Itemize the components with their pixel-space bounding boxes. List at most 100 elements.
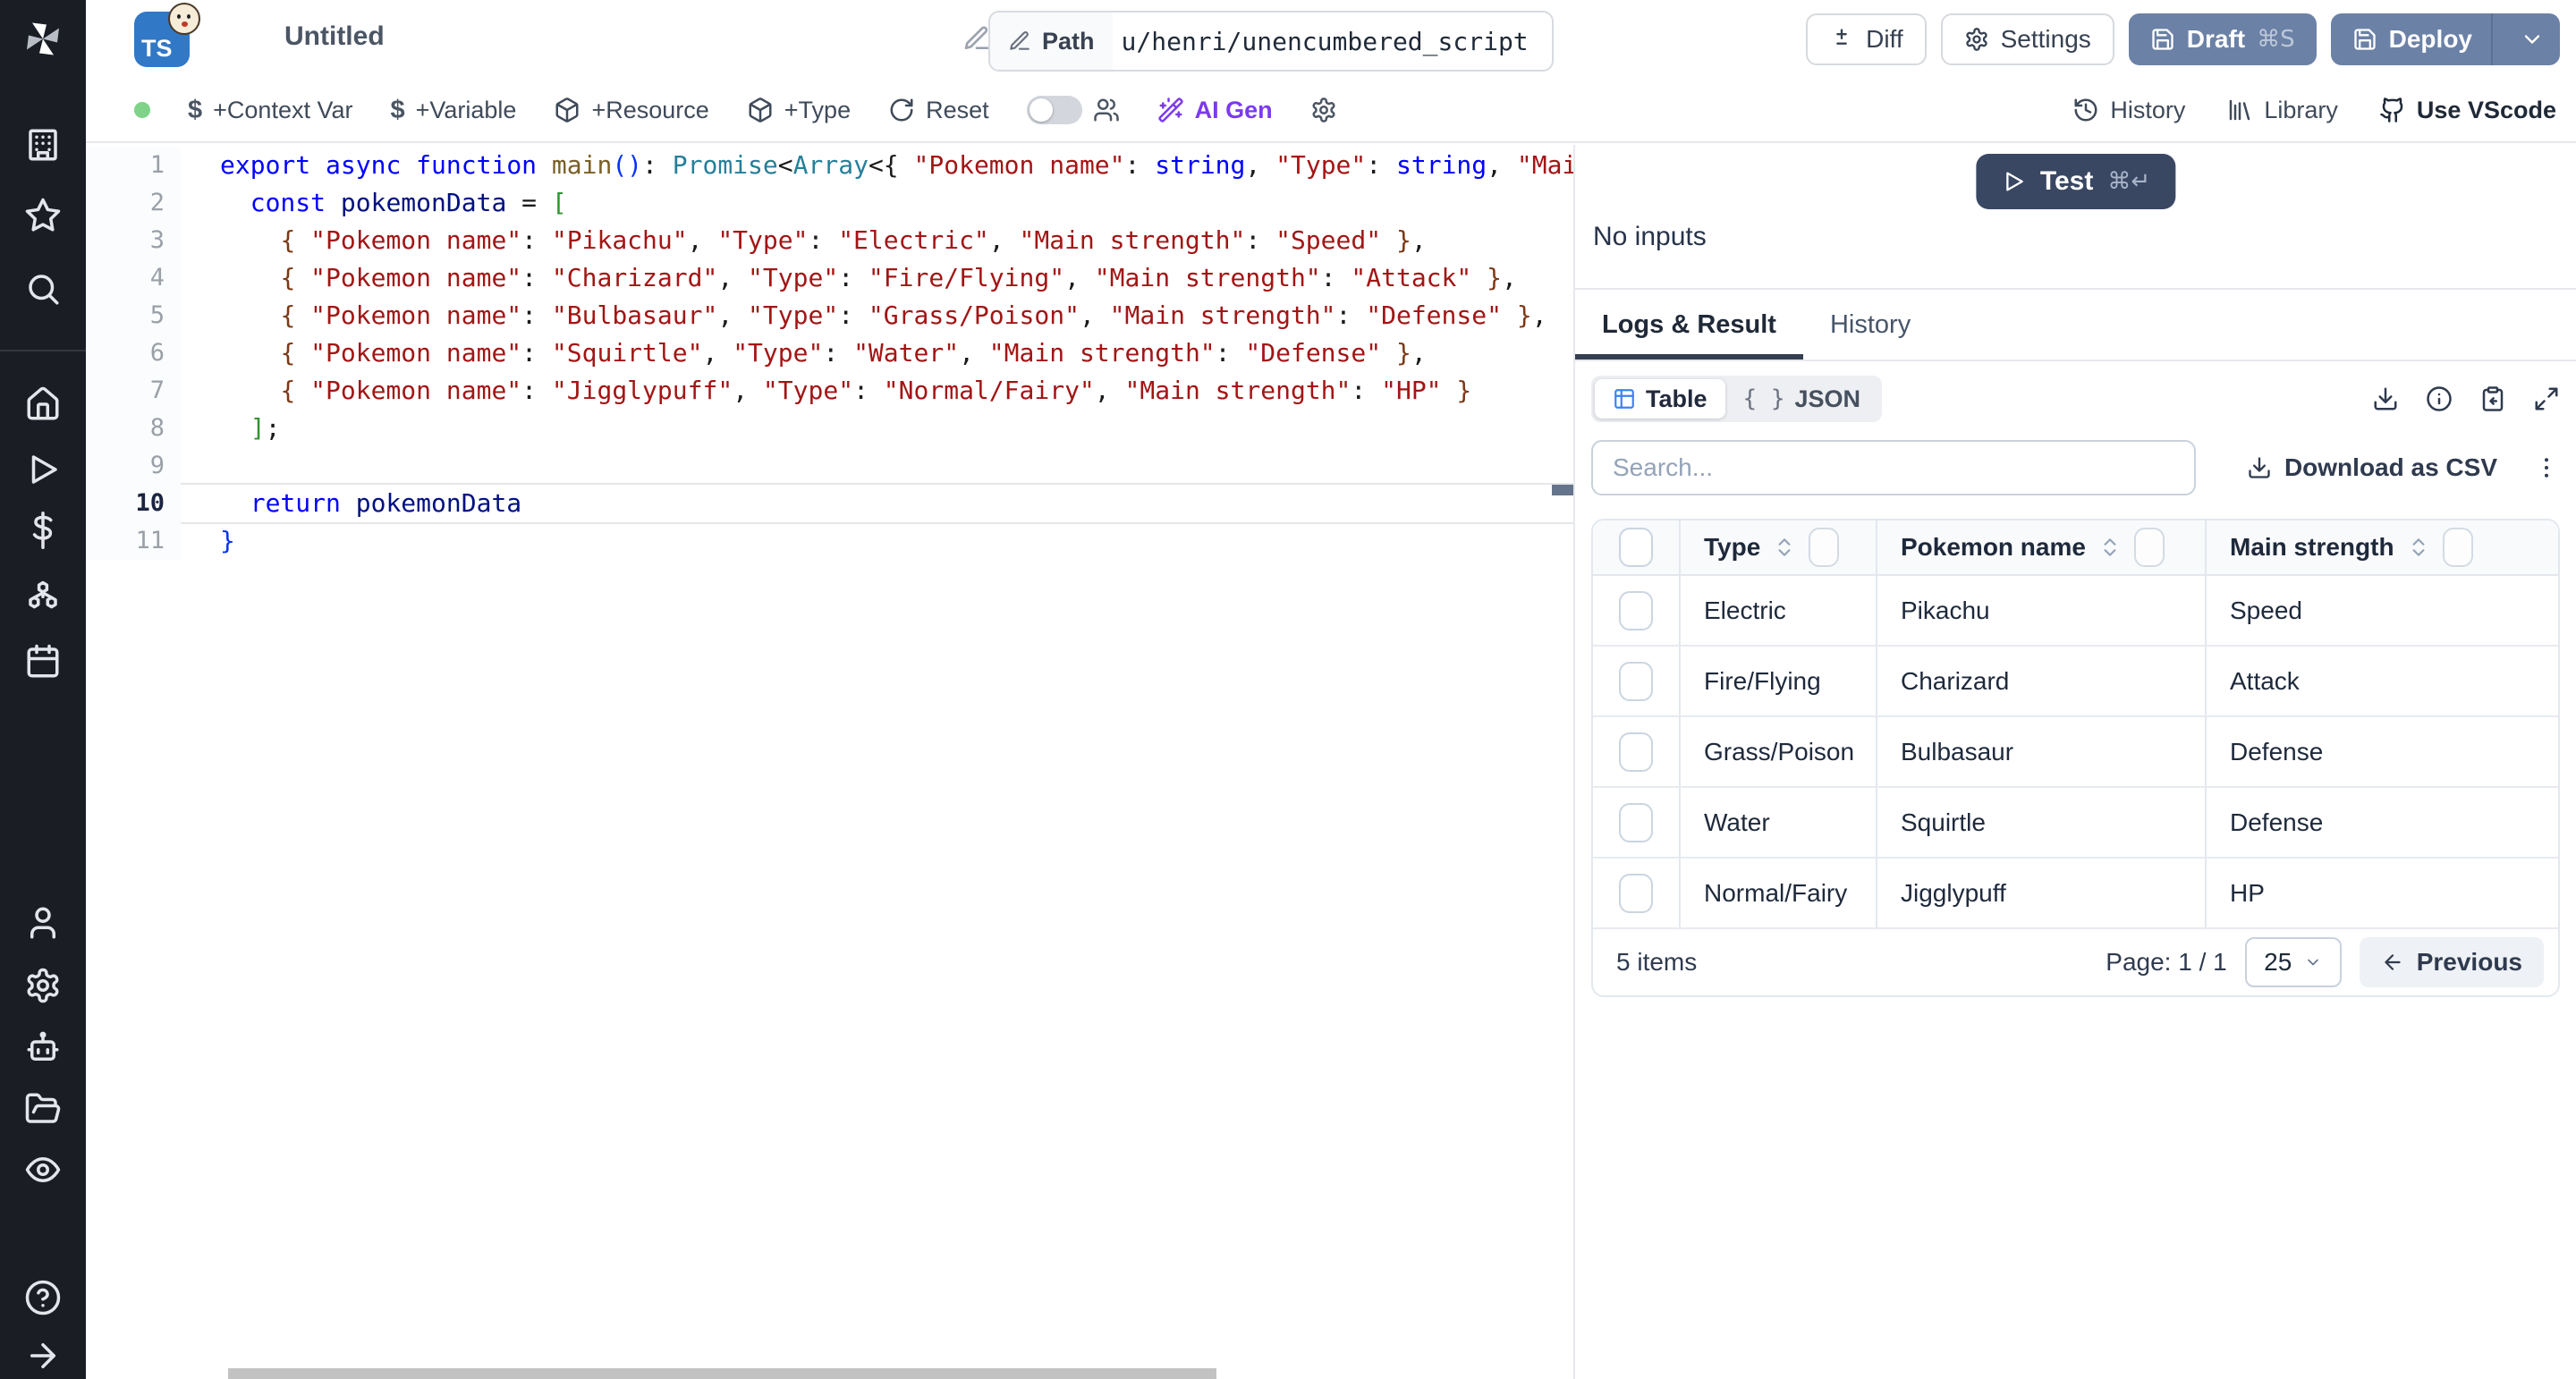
row-checkbox[interactable]	[1619, 662, 1653, 701]
code-line[interactable]: { "Pokemon name": "Squirtle", "Type": "W…	[181, 334, 1573, 372]
editor-settings-gear-icon[interactable]	[1310, 97, 1337, 123]
table-cell: Grass/Poison	[1679, 717, 1876, 786]
view-toggle-table[interactable]: Table	[1595, 379, 1725, 419]
code-line[interactable]: { "Pokemon name": "Charizard", "Type": "…	[181, 259, 1573, 297]
workers-icon[interactable]	[24, 1029, 62, 1067]
download-result-icon[interactable]	[2372, 385, 2399, 412]
help-icon[interactable]	[24, 1279, 62, 1316]
table-row[interactable]: WaterSquirtleDefense	[1593, 788, 2558, 859]
column-header[interactable]: Pokemon name	[1876, 520, 2205, 574]
test-button[interactable]: Test ⌘↵	[1976, 154, 2175, 209]
path-widget[interactable]: Path u/henri/unencumbered_script	[988, 11, 1554, 72]
variables-icon[interactable]	[24, 512, 62, 549]
resources-icon[interactable]	[24, 580, 62, 617]
library-button[interactable]: Library	[2226, 97, 2338, 124]
assistant-toggle[interactable]	[1027, 96, 1082, 124]
copy-to-clipboard-icon[interactable]	[2479, 385, 2506, 412]
code-line[interactable]: { "Pokemon name": "Jigglypuff", "Type": …	[181, 372, 1573, 410]
folders-icon[interactable]	[24, 1090, 62, 1128]
typescript-badge-label: TS	[141, 35, 173, 63]
table-cell: Normal/Fairy	[1679, 859, 1876, 927]
dollar-icon: $	[188, 96, 202, 125]
column-header[interactable]: Type	[1679, 520, 1876, 574]
code-line[interactable]: { "Pokemon name": "Bulbasaur", "Type": "…	[181, 297, 1573, 334]
use-vscode-button[interactable]: Use VScode	[2379, 97, 2556, 124]
dollar-icon: $	[390, 96, 404, 125]
sort-icon[interactable]	[2407, 536, 2430, 559]
deploy-split-divider	[2491, 13, 2493, 65]
add-resource-button[interactable]: +Resource	[554, 97, 708, 124]
expand-sidebar-icon[interactable]	[24, 1337, 62, 1375]
result-tabs: Logs & Result History	[1575, 290, 2576, 361]
users-icon[interactable]	[24, 904, 62, 942]
previous-page-button[interactable]: Previous	[2360, 937, 2544, 987]
settings-button[interactable]: Settings	[1941, 13, 2114, 65]
draft-shortcut: ⌘S	[2257, 26, 2295, 53]
table-row[interactable]: Fire/FlyingCharizardAttack	[1593, 647, 2558, 717]
code-line[interactable]: ];	[181, 410, 1573, 447]
edit-title-pencil-icon[interactable]	[962, 24, 991, 53]
history-button[interactable]: History	[2072, 97, 2185, 124]
row-checkbox[interactable]	[1619, 874, 1653, 913]
gutter: 1234567891011	[86, 147, 181, 560]
home-icon[interactable]	[24, 385, 62, 423]
deploy-button[interactable]: Deploy	[2331, 13, 2560, 65]
column-pill[interactable]	[2443, 528, 2473, 567]
reset-button[interactable]: Reset	[888, 97, 989, 124]
table-row[interactable]: Normal/FairyJigglypuffHP	[1593, 859, 2558, 929]
schedules-icon[interactable]	[24, 643, 62, 681]
windmill-logo-icon[interactable]	[20, 16, 66, 67]
expand-result-icon[interactable]	[2533, 385, 2560, 412]
add-type-button[interactable]: +Type	[747, 97, 851, 124]
table-row[interactable]: ElectricPikachuSpeed	[1593, 576, 2558, 647]
row-checkbox[interactable]	[1619, 803, 1653, 842]
add-context-var-button[interactable]: $+Context Var	[188, 96, 352, 125]
result-table: TypePokemon nameMain strength ElectricPi…	[1591, 519, 2560, 997]
play-icon	[2001, 169, 2026, 194]
diff-button[interactable]: Diff	[1806, 13, 1927, 65]
row-checkbox[interactable]	[1619, 591, 1653, 630]
info-icon[interactable]	[2426, 385, 2453, 412]
code-line[interactable]	[181, 447, 1573, 485]
table-cell: HP	[2205, 859, 2558, 927]
deploy-dropdown-button[interactable]	[2504, 13, 2560, 65]
table-icon	[1613, 387, 1636, 410]
download-as-csv-button[interactable]: Download as CSV	[2247, 453, 2497, 482]
add-variable-button[interactable]: $+Variable	[390, 96, 516, 125]
sort-icon[interactable]	[2098, 536, 2122, 559]
page-indicator: Page: 1 / 1	[2106, 948, 2226, 977]
view-toggle-json[interactable]: { } JSON	[1725, 379, 1879, 419]
script-title: Untitled	[284, 21, 385, 52]
code-editor[interactable]: 1234567891011 export async function main…	[86, 145, 1573, 1379]
code-line[interactable]: { "Pokemon name": "Pikachu", "Type": "El…	[181, 222, 1573, 259]
favorites-icon[interactable]	[24, 197, 62, 234]
code-line[interactable]: const pokemonData = [	[181, 184, 1573, 222]
column-pill[interactable]	[2134, 528, 2165, 567]
settings-icon[interactable]	[24, 967, 62, 1004]
search-input[interactable]	[1591, 440, 2196, 495]
column-header[interactable]: Main strength	[2205, 520, 2558, 574]
wand-sparkles-icon	[1157, 97, 1184, 123]
tab-history[interactable]: History	[1803, 290, 1937, 360]
table-menu-kebab-icon[interactable]	[2533, 454, 2560, 481]
column-pill[interactable]	[1809, 528, 1839, 567]
path-label: Path	[1042, 28, 1095, 55]
row-checkbox[interactable]	[1619, 732, 1653, 772]
runs-icon[interactable]	[24, 451, 62, 488]
select-all-checkbox[interactable]	[1619, 528, 1653, 567]
sort-icon[interactable]	[1773, 536, 1796, 559]
editor-horizontal-scrollbar[interactable]	[228, 1368, 1216, 1379]
workspace-icon[interactable]	[24, 126, 62, 164]
result-table-header: TypePokemon nameMain strength	[1593, 520, 2558, 576]
arrow-left-icon	[2381, 951, 2404, 974]
draft-button[interactable]: Draft ⌘S	[2129, 13, 2317, 65]
table-row[interactable]: Grass/PoisonBulbasaurDefense	[1593, 717, 2558, 788]
page-size-select[interactable]: 25	[2245, 937, 2342, 987]
code-line[interactable]: }	[181, 522, 1573, 560]
audit-logs-icon[interactable]	[24, 1151, 62, 1189]
code-line[interactable]: export async function main(): Promise<Ar…	[181, 147, 1573, 184]
tab-logs-result[interactable]: Logs & Result	[1575, 290, 1803, 360]
search-icon[interactable]	[24, 270, 62, 308]
ai-gen-button[interactable]: AI Gen	[1157, 97, 1273, 124]
code-line[interactable]: return pokemonData	[181, 485, 1573, 522]
